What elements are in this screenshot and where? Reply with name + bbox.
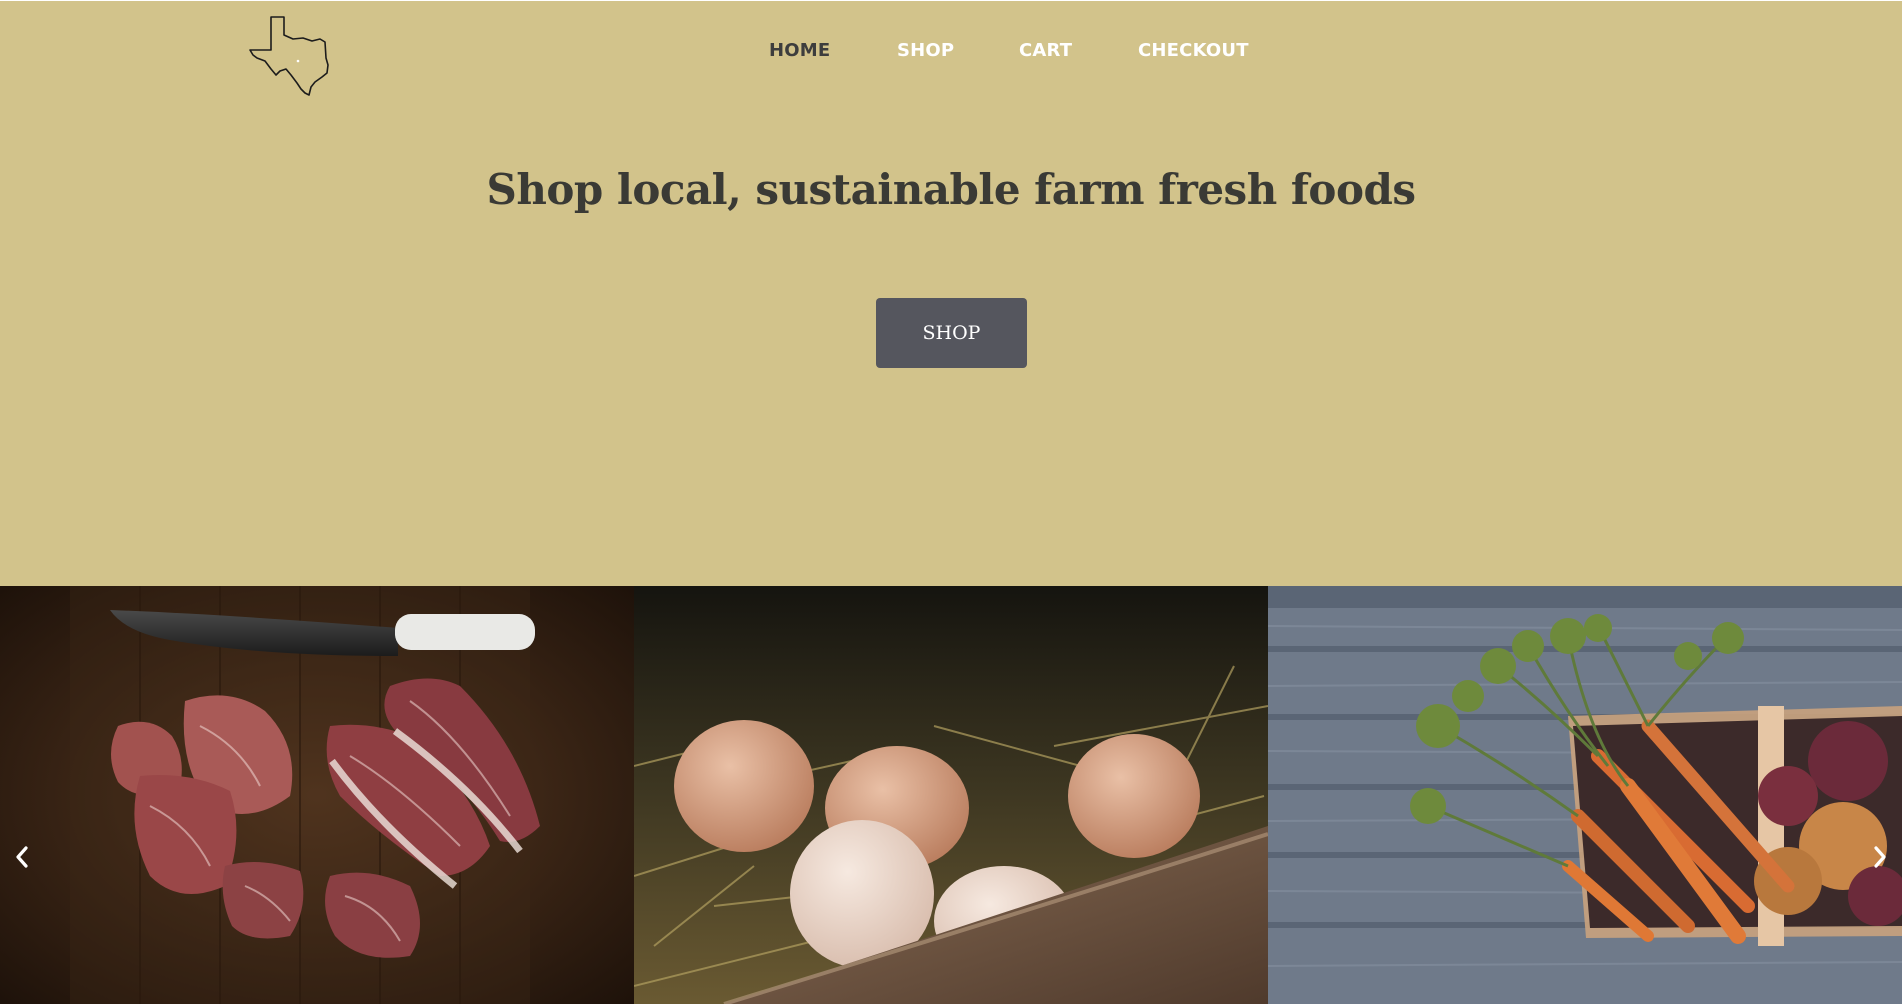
nav-shop[interactable]: SHOP	[897, 40, 954, 61]
hero-section: HOME SHOP CART CHECKOUT Shop local, sust…	[0, 0, 1902, 586]
nav-checkout[interactable]: CHECKOUT	[1138, 40, 1249, 61]
hero-title: Shop local, sustainable farm fresh foods	[486, 165, 1416, 214]
chevron-left-icon[interactable]	[10, 842, 34, 872]
carrots-and-onions-basket-photo	[1268, 586, 1902, 1004]
eggs-in-straw-photo	[634, 586, 1268, 1004]
beef-cuts-photo	[0, 586, 634, 1004]
product-carousel	[0, 586, 1902, 1004]
chevron-right-icon[interactable]	[1868, 842, 1892, 872]
shop-button[interactable]: SHOP	[876, 298, 1027, 368]
nav-home[interactable]: HOME	[769, 40, 830, 61]
main-nav: HOME SHOP CART CHECKOUT	[0, 40, 1902, 64]
nav-cart[interactable]: CART	[1019, 40, 1072, 61]
